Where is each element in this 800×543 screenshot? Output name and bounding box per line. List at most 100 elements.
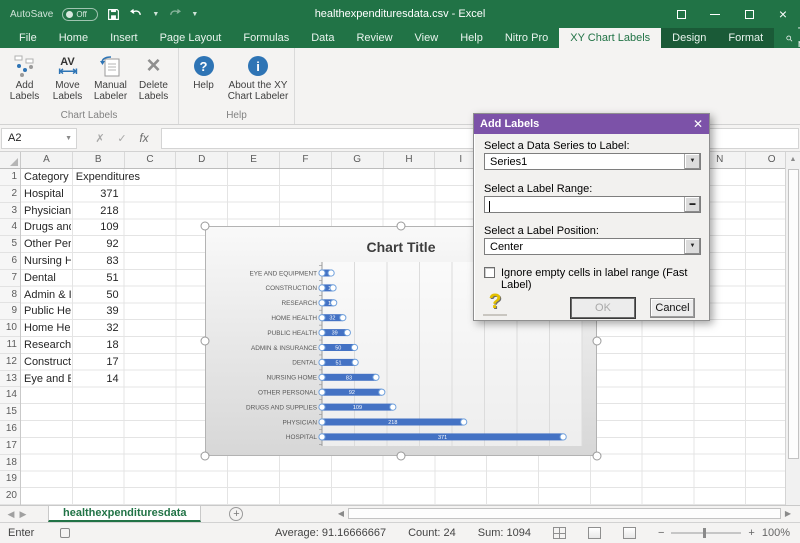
label-range-input[interactable]: ▬ [484,196,701,213]
cell-A2[interactable]: Hospital [24,186,71,202]
row-header-4[interactable]: 4 [0,219,20,236]
sheet-tab-active[interactable]: healthexpendituresdata [48,506,201,522]
tab-view[interactable]: View [404,28,450,48]
chart-selection-handle[interactable] [397,452,406,461]
row-header-2[interactable]: 2 [0,186,20,203]
autosave-toggle[interactable]: Off [62,8,98,21]
tab-help[interactable]: Help [449,28,494,48]
row-header-16[interactable]: 16 [0,421,20,438]
refedit-collapse-icon[interactable]: ▬ [684,197,700,212]
series-combobox[interactable]: Series1 ▼ [484,153,701,170]
cell-A6[interactable]: Nursing H [24,253,71,269]
scroll-right-icon[interactable]: ▶ [781,509,795,518]
chart-selection-handle[interactable] [397,222,406,231]
chart-selection-handle[interactable] [201,452,210,461]
cancel-button[interactable]: Cancel [650,298,695,318]
column-header-D[interactable]: D [176,152,228,168]
cell-A8[interactable]: Admin & I [24,287,71,303]
ribbon-display-options-icon[interactable] [664,0,698,28]
chart-selection-handle[interactable] [593,337,602,346]
cell-A5[interactable]: Other Per [24,236,71,252]
dialog-close-icon[interactable]: ✕ [693,117,703,131]
undo-dropdown-icon[interactable]: ▼ [152,11,159,18]
tab-nitro-pro[interactable]: Nitro Pro [494,28,559,48]
tab-insert[interactable]: Insert [99,28,149,48]
redo-icon[interactable] [168,8,182,20]
row-header-11[interactable]: 11 [0,337,20,354]
tab-formulas[interactable]: Formulas [232,28,300,48]
add-labels-button[interactable]: Add Labels [3,51,46,102]
row-header-15[interactable]: 15 [0,404,20,421]
chart-selection-handle[interactable] [201,337,210,346]
row-header-6[interactable]: 6 [0,253,20,270]
zoom-slider-thumb[interactable] [703,528,706,538]
insert-function-icon[interactable]: fx [133,131,155,145]
dialog-help-icon[interactable]: ? [483,290,507,316]
row-header-20[interactable]: 20 [0,488,20,505]
tab-design[interactable]: Design [661,28,717,48]
row-header-19[interactable]: 19 [0,471,20,488]
row-header-7[interactable]: 7 [0,270,20,287]
column-header-B[interactable]: B [73,152,125,168]
row-header-1[interactable]: 1 [0,169,20,186]
minimize-icon[interactable] [698,0,732,28]
row-header-14[interactable]: 14 [0,387,20,404]
cell-A9[interactable]: Public Hea [24,303,71,319]
cell-B6[interactable]: 83 [73,253,119,269]
cell-A12[interactable]: Constructi [24,354,71,370]
horizontal-scrollbar[interactable]: ◀ ▶ [334,506,795,521]
cell-A1[interactable]: Category [24,169,71,185]
tab-review[interactable]: Review [345,28,403,48]
chevron-down-icon[interactable]: ▼ [684,239,700,254]
new-sheet-icon[interactable]: + [229,507,243,521]
column-header-A[interactable]: A [21,152,73,168]
maximize-icon[interactable] [732,0,766,28]
column-header-G[interactable]: G [332,152,384,168]
tab-page-layout[interactable]: Page Layout [149,28,233,48]
cell-B2[interactable]: 371 [73,186,119,202]
name-box[interactable]: A2 ▼ [1,128,77,149]
sheet-nav-right-icon[interactable]: ▶ [16,506,30,522]
chart-selection-handle[interactable] [201,222,210,231]
chart-selection-handle[interactable] [593,452,602,461]
cell-B3[interactable]: 218 [73,203,119,219]
column-header-C[interactable]: C [125,152,177,168]
cell-A3[interactable]: Physician [24,203,71,219]
tab-format[interactable]: Format [717,28,774,48]
undo-icon[interactable] [129,8,143,20]
scroll-up-icon[interactable]: ▲ [786,152,800,167]
about-xy-chart-labeler-button[interactable]: i About the XY Chart Labeler [225,51,291,102]
cell-B7[interactable]: 51 [73,270,119,286]
row-header-9[interactable]: 9 [0,303,20,320]
move-labels-button[interactable]: AV ⇤⇥ Move Labels [46,51,89,102]
cell-B4[interactable]: 109 [73,219,119,235]
row-header-18[interactable]: 18 [0,455,20,472]
zoom-slider[interactable] [671,532,741,534]
cell-B1[interactable]: Expenditures [76,169,166,185]
row-header-12[interactable]: 12 [0,354,20,371]
tab-file[interactable]: File [8,28,48,48]
delete-labels-button[interactable]: × Delete Labels [132,51,175,102]
page-layout-view-icon[interactable] [588,527,601,539]
column-header-H[interactable]: H [384,152,436,168]
normal-view-icon[interactable] [553,527,566,539]
tab-xy-chart-labels[interactable]: XY Chart Labels [559,28,661,48]
fast-label-checkbox[interactable] [484,267,495,278]
column-header-F[interactable]: F [280,152,332,168]
cell-A13[interactable]: Eye and E [24,371,71,387]
name-box-dropdown-icon[interactable]: ▼ [65,135,76,142]
select-all-corner[interactable] [0,152,21,168]
row-header-10[interactable]: 10 [0,320,20,337]
zoom-in-icon[interactable]: + [748,527,754,539]
cell-A10[interactable]: Home Hea [24,320,71,336]
macro-record-icon[interactable] [60,528,70,538]
cell-A4[interactable]: Drugs and [24,219,71,235]
horizontal-scroll-thumb[interactable] [348,508,781,519]
cancel-entry-icon[interactable]: ✗ [89,132,111,145]
ok-button[interactable]: OK [571,298,635,318]
cell-B12[interactable]: 17 [73,354,119,370]
help-button[interactable]: ? Help [182,51,225,91]
customize-qat-icon[interactable]: ▼ [191,11,198,18]
cell-B10[interactable]: 32 [73,320,119,336]
cell-B9[interactable]: 39 [73,303,119,319]
